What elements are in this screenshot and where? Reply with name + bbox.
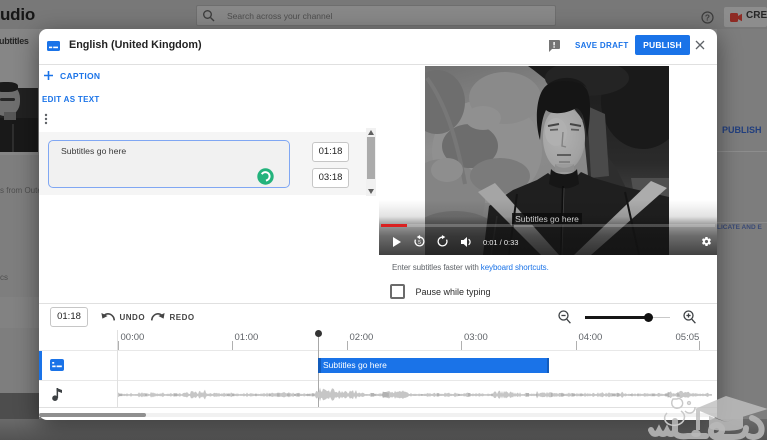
- svg-text:5: 5: [418, 240, 421, 246]
- svg-text:?: ?: [705, 13, 710, 23]
